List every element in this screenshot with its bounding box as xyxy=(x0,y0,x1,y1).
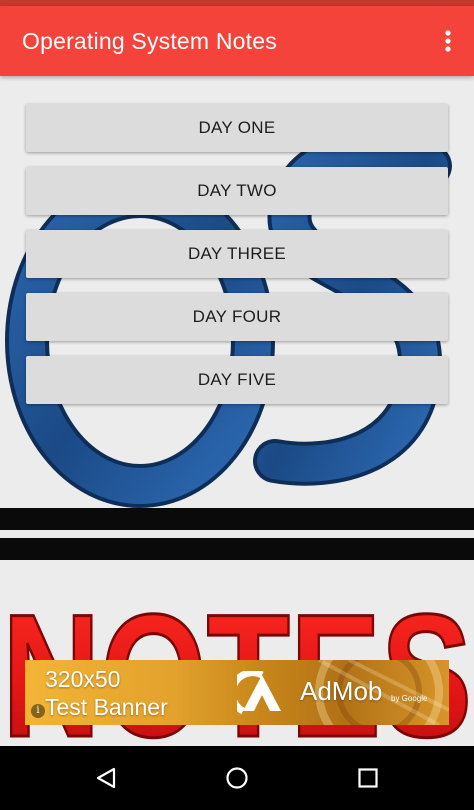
home-icon[interactable] xyxy=(207,758,267,798)
admob-by-google: by Google xyxy=(391,694,428,703)
admob-logo-icon xyxy=(237,671,281,715)
day-four-button[interactable]: DAY FOUR xyxy=(26,293,448,341)
day-three-button[interactable]: DAY THREE xyxy=(26,230,448,278)
recents-icon[interactable] xyxy=(338,758,398,798)
more-vert-icon[interactable] xyxy=(428,13,468,69)
app-title: Operating System Notes xyxy=(22,27,277,54)
info-icon[interactable]: i xyxy=(31,704,45,718)
back-icon[interactable] xyxy=(76,758,136,798)
day-one-button[interactable]: DAY ONE xyxy=(26,104,448,152)
admob-brand: AdMob xyxy=(300,676,383,706)
divider-bar xyxy=(0,508,474,530)
system-nav-bar xyxy=(0,746,474,810)
divider-bar xyxy=(0,538,474,560)
ad-size-text: 320x50 xyxy=(45,666,121,692)
app-bar: Operating System Notes xyxy=(0,6,474,76)
day-five-button[interactable]: DAY FIVE xyxy=(26,356,448,404)
ad-banner[interactable]: 320x50 Test Banner i AdMob by Google xyxy=(25,660,449,725)
ad-test-text: Test Banner xyxy=(45,694,168,720)
day-two-button[interactable]: DAY TWO xyxy=(26,167,448,215)
